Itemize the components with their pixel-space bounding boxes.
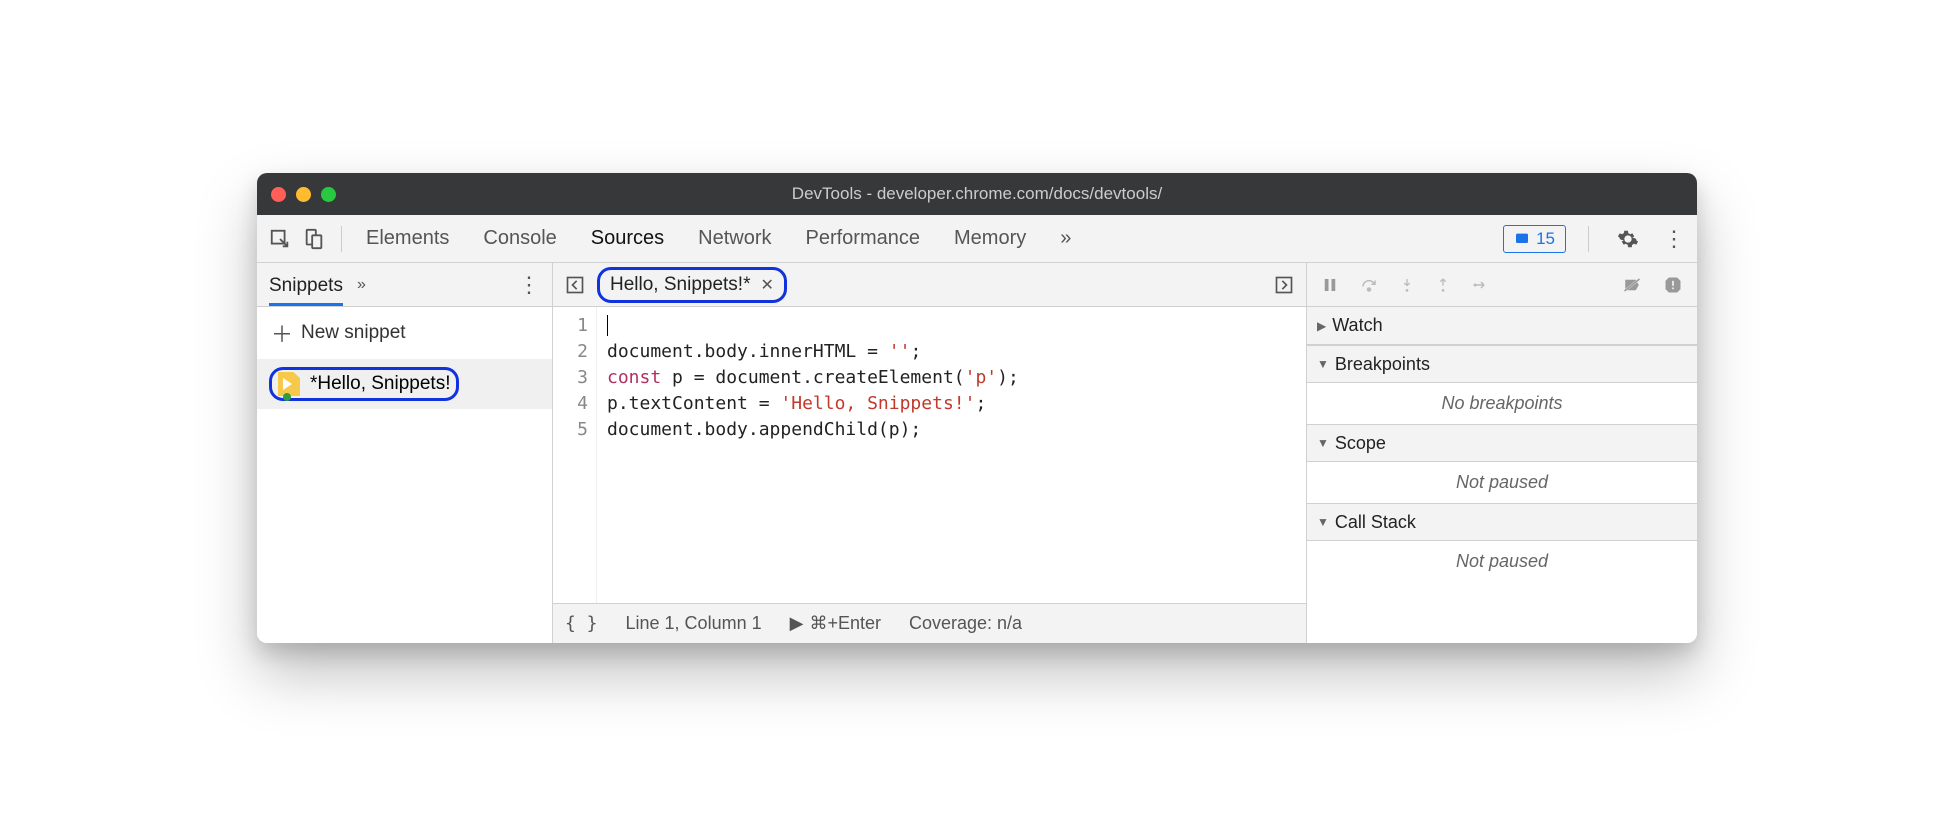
line-gutter: 12345 [553,307,597,603]
pause-icon[interactable] [1321,276,1339,294]
run-snippet-button[interactable]: ▶ ⌘+Enter [790,613,881,634]
editor-tabbar: Hello, Snippets!* ✕ [553,263,1306,307]
settings-icon[interactable] [1611,222,1645,256]
inspect-icon[interactable] [263,222,297,256]
editor-tab[interactable]: Hello, Snippets!* ✕ [597,267,787,303]
window-title: DevTools - developer.chrome.com/docs/dev… [257,184,1697,204]
debugger-toolbar [1307,263,1697,307]
debugger-section-label: Breakpoints [1335,354,1430,375]
device-toggle-icon[interactable] [297,222,331,256]
snippet-item-label: *Hello, Snippets! [310,373,450,395]
step-into-icon[interactable] [1399,276,1415,294]
zoom-window-icon[interactable] [321,187,336,202]
run-shortcut: ⌘+Enter [809,613,881,634]
minimize-window-icon[interactable] [296,187,311,202]
dirty-indicator-icon [283,393,291,401]
debugger-section-content: No breakpoints [1307,383,1697,424]
editor-tab-label: Hello, Snippets!* [610,274,750,296]
tab-network[interactable]: Network [698,227,771,250]
tab-memory[interactable]: Memory [954,227,1026,250]
scroll-tabs-left-icon[interactable] [561,271,589,299]
close-tab-icon[interactable]: ✕ [760,275,773,295]
debugger-section-scope[interactable]: ▼ Scope [1307,424,1697,462]
separator [1588,226,1589,252]
step-over-icon[interactable] [1359,276,1379,294]
triangle-down-icon: ▼ [1317,436,1329,450]
pause-on-exceptions-icon[interactable] [1663,275,1683,295]
plus-icon: ＋ [271,317,293,349]
more-navigator-tabs-icon[interactable]: » [357,276,366,294]
cursor-position: Line 1, Column 1 [626,613,762,634]
step-icon[interactable] [1471,276,1491,294]
window-controls [271,187,336,202]
separator [341,226,342,252]
issues-count: 15 [1536,229,1555,249]
devtools-window: DevTools - developer.chrome.com/docs/dev… [257,173,1697,643]
titlebar: DevTools - developer.chrome.com/docs/dev… [257,173,1697,215]
debugger-section-content: Not paused [1307,462,1697,503]
more-tabs-icon[interactable]: » [1060,227,1071,250]
debugger-section-call-stack[interactable]: ▼ Call Stack [1307,503,1697,541]
navigator-sidebar: Snippets » ⋮ ＋ New snippet *Hello, Snipp… [257,263,553,643]
play-icon: ▶ [790,613,804,634]
triangle-down-icon: ▼ [1317,357,1329,371]
editor-column: Hello, Snippets!* ✕ 12345 document.body.… [553,263,1307,643]
editor-statusbar: { } Line 1, Column 1 ▶ ⌘+Enter Coverage:… [553,603,1306,643]
coverage-status: Coverage: n/a [909,613,1022,634]
debugger-section-label: Watch [1332,315,1382,336]
snippet-item[interactable]: *Hello, Snippets! [257,359,552,409]
snippet-file-icon [278,372,300,396]
navigator-kebab-icon[interactable]: ⋮ [518,272,540,298]
debugger-section-label: Call Stack [1335,512,1416,533]
code-editor[interactable]: 12345 document.body.innerHTML = '';const… [553,307,1306,603]
debugger-section-content: Not paused [1307,541,1697,582]
content-row: Snippets » ⋮ ＋ New snippet *Hello, Snipp… [257,263,1697,643]
debugger-panel: ▶ Watch ▼ Breakpoints No breakpoints ▼ Scope No… [1307,263,1697,643]
triangle-down-icon: ▼ [1317,515,1329,529]
kebab-menu-icon[interactable]: ⋮ [1657,222,1691,256]
tab-performance[interactable]: Performance [806,227,921,250]
deactivate-breakpoints-icon[interactable] [1621,276,1643,294]
debugger-section-label: Scope [1335,433,1386,454]
triangle-right-icon: ▶ [1317,319,1326,333]
scroll-tabs-right-icon[interactable] [1270,271,1298,299]
tab-elements[interactable]: Elements [366,227,449,250]
issues-badge[interactable]: 15 [1503,225,1566,253]
new-snippet-button[interactable]: ＋ New snippet [257,307,552,359]
panel-tabs: Elements Console Sources Network Perform… [366,227,1071,250]
code-area[interactable]: document.body.innerHTML = '';const p = d… [597,307,1306,603]
navigator-tab-snippets[interactable]: Snippets [269,275,343,306]
tab-console[interactable]: Console [483,227,556,250]
navigator-tabs: Snippets » ⋮ [257,263,552,307]
step-out-icon[interactable] [1435,276,1451,294]
format-icon[interactable]: { } [565,613,598,634]
main-toolbar: Elements Console Sources Network Perform… [257,215,1697,263]
close-window-icon[interactable] [271,187,286,202]
debugger-section-breakpoints[interactable]: ▼ Breakpoints [1307,345,1697,383]
debugger-section-watch[interactable]: ▶ Watch [1307,307,1697,345]
new-snippet-label: New snippet [301,322,406,344]
tab-sources[interactable]: Sources [591,227,664,250]
